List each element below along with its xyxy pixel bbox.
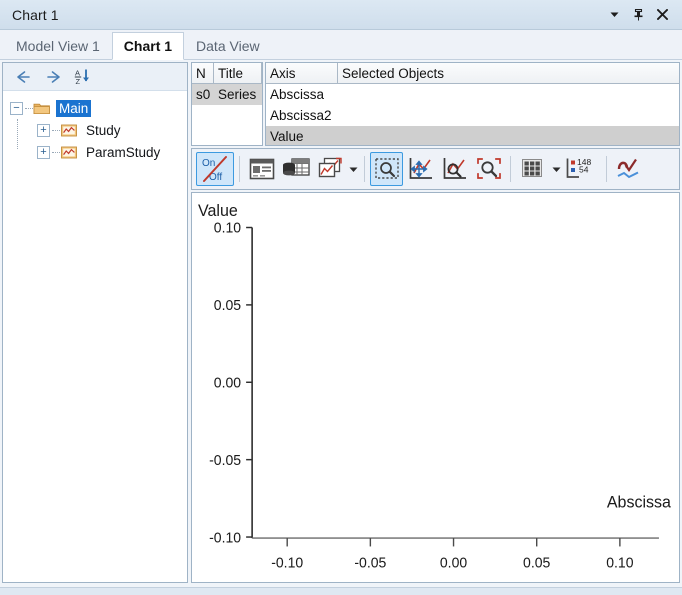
svg-text:On: On [202, 158, 215, 169]
series-table[interactable]: N Title s0 Series [191, 62, 263, 146]
toolbar-separator [510, 156, 511, 182]
tree-expander-plus[interactable]: + [37, 123, 50, 137]
toolbar-separator [239, 156, 240, 182]
table-row[interactable]: Abscissa2 [266, 105, 679, 126]
model-tree-pane: A Z − Main + Study + ParamStudy [2, 62, 188, 583]
y-tick-label: 0.00 [214, 375, 241, 391]
x-tick-label: -0.05 [354, 555, 386, 571]
chart-toolbar: On Off 148 54 [191, 148, 680, 190]
legend-toggle-button[interactable]: 148 54 [563, 152, 601, 186]
series-row-n: s0 [196, 87, 211, 102]
chart-icon [60, 123, 78, 138]
chart-plot-area[interactable]: Value Abscissa 0.10 0.05 0.00 -0.05 -0.1… [191, 192, 680, 583]
column-header-n[interactable]: N [192, 63, 214, 84]
y-tick-label: -0.05 [209, 453, 241, 469]
tree-expander-plus[interactable]: + [37, 145, 50, 159]
column-header-axis[interactable]: Axis [266, 63, 338, 84]
tree-connector-line [17, 119, 18, 149]
pan-tool-button[interactable] [404, 152, 437, 186]
add-plot-dropdown[interactable] [347, 152, 359, 186]
grids-row: N Title s0 Series Axis Selected Objects … [191, 62, 680, 146]
axis-table-header: Axis Selected Objects [266, 63, 679, 84]
tab-data-view[interactable]: Data View [184, 31, 272, 59]
model-tree[interactable]: − Main + Study + ParamStudy [3, 91, 187, 582]
tree-node-paramstudy[interactable]: + ParamStudy [3, 141, 187, 163]
x-tick-label: -0.10 [271, 555, 303, 571]
tree-toolbar: A Z [3, 63, 187, 91]
tree-node-label: Study [86, 122, 121, 138]
axis-row-name: Abscissa2 [270, 108, 332, 123]
tree-node-study[interactable]: + Study [3, 119, 187, 141]
tree-node-label: ParamStudy [86, 144, 161, 160]
svg-text:54: 54 [579, 165, 589, 175]
grid-toggle-button[interactable] [516, 152, 549, 186]
grid-dropdown[interactable] [550, 152, 562, 186]
x-tick-label: 0.10 [606, 555, 633, 571]
tab-model-view-1[interactable]: Model View 1 [4, 31, 112, 59]
svg-text:Z: Z [75, 77, 80, 85]
table-row[interactable]: Abscissa [266, 84, 679, 105]
series-row-title: Series [218, 87, 257, 102]
series-table-header: N Title [192, 63, 262, 84]
window-titlebar: Chart 1 [0, 0, 682, 30]
chart-editor-pane: N Title s0 Series Axis Selected Objects … [191, 62, 680, 583]
tree-dotted-connector [25, 107, 33, 109]
on-off-toggle-button[interactable]: On Off [196, 152, 234, 186]
add-plot-button[interactable] [313, 152, 346, 186]
view-tabs: Model View 1 Chart 1 Data View [0, 30, 682, 60]
y-tick-label: 0.10 [214, 220, 241, 236]
tree-expander-minus[interactable]: − [10, 101, 23, 115]
toolbar-separator [364, 156, 365, 182]
window-body: A Z − Main + Study + ParamStudy N Title … [0, 60, 682, 587]
status-bar [0, 587, 682, 595]
y-tick-label: -0.10 [209, 530, 241, 546]
smoothing-button[interactable] [612, 152, 645, 186]
dropdown-menu-button[interactable] [607, 6, 622, 24]
tab-chart-1[interactable]: Chart 1 [111, 32, 185, 60]
axis-row-name: Value [270, 129, 304, 144]
table-row[interactable]: s0 Series [192, 84, 262, 105]
folder-icon [33, 101, 51, 116]
x-axis-label: Abscissa [607, 493, 672, 511]
tree-node-main[interactable]: − Main [3, 97, 187, 119]
y-axis-label: Value [198, 202, 238, 220]
tree-node-label: Main [56, 99, 92, 117]
chart-window: Chart 1 Model View 1 Chart 1 Data View A… [0, 0, 682, 595]
zoom-reset-button[interactable] [472, 152, 505, 186]
forward-button[interactable] [43, 67, 63, 87]
data-source-button[interactable] [279, 152, 312, 186]
column-header-selected-objects[interactable]: Selected Objects [338, 63, 679, 84]
x-tick-label: 0.05 [523, 555, 550, 571]
zoom-box-tool-button[interactable] [370, 152, 403, 186]
sort-az-button[interactable]: A Z [73, 67, 93, 87]
window-title: Chart 1 [12, 6, 59, 23]
table-row[interactable]: Value [266, 126, 679, 145]
y-tick-label: 0.05 [214, 298, 241, 314]
window-controls [607, 6, 676, 24]
back-button[interactable] [13, 67, 33, 87]
close-button[interactable] [655, 6, 670, 24]
x-tick-label: 0.00 [440, 555, 467, 571]
column-header-title[interactable]: Title [214, 63, 262, 84]
tree-dotted-connector [52, 129, 60, 131]
axis-table[interactable]: Axis Selected Objects Abscissa Abscissa2… [265, 62, 680, 146]
chart-icon [60, 145, 78, 160]
properties-button[interactable] [245, 152, 278, 186]
zoom-to-data-button[interactable] [438, 152, 471, 186]
tree-dotted-connector [52, 151, 60, 153]
pin-button[interactable] [631, 6, 646, 24]
toolbar-separator [606, 156, 607, 182]
axis-row-name: Abscissa [270, 87, 325, 102]
